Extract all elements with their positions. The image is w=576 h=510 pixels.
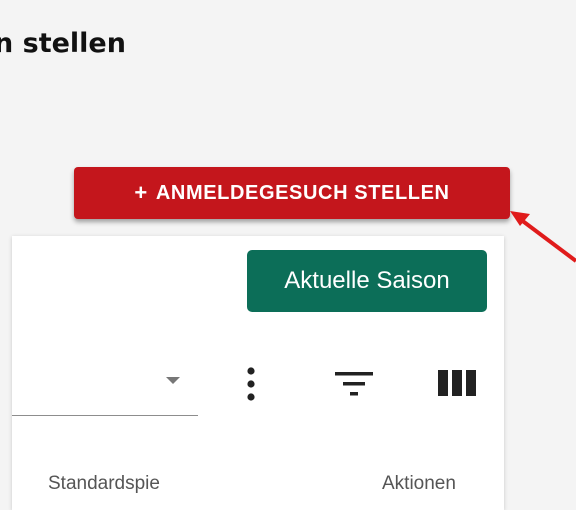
filter-icon[interactable] <box>335 369 373 399</box>
red-arrow-annotation-icon <box>510 211 576 263</box>
current-season-button[interactable]: Aktuelle Saison <box>247 250 487 312</box>
select-underline <box>12 415 198 416</box>
column-header-standard-game[interactable]: Standardspie <box>48 473 160 495</box>
register-request-label: ANMELDEGESUCH STELLEN <box>155 181 450 204</box>
register-request-button[interactable]: + ANMELDEGESUCH STELLEN <box>74 167 510 219</box>
dropdown-arrow-icon[interactable] <box>166 377 180 384</box>
columns-icon[interactable] <box>438 370 476 396</box>
page-title: n stellen <box>0 28 126 59</box>
column-header-actions: Aktionen <box>382 473 456 494</box>
plus-icon: + <box>134 180 148 205</box>
more-vertical-icon[interactable] <box>244 366 258 402</box>
